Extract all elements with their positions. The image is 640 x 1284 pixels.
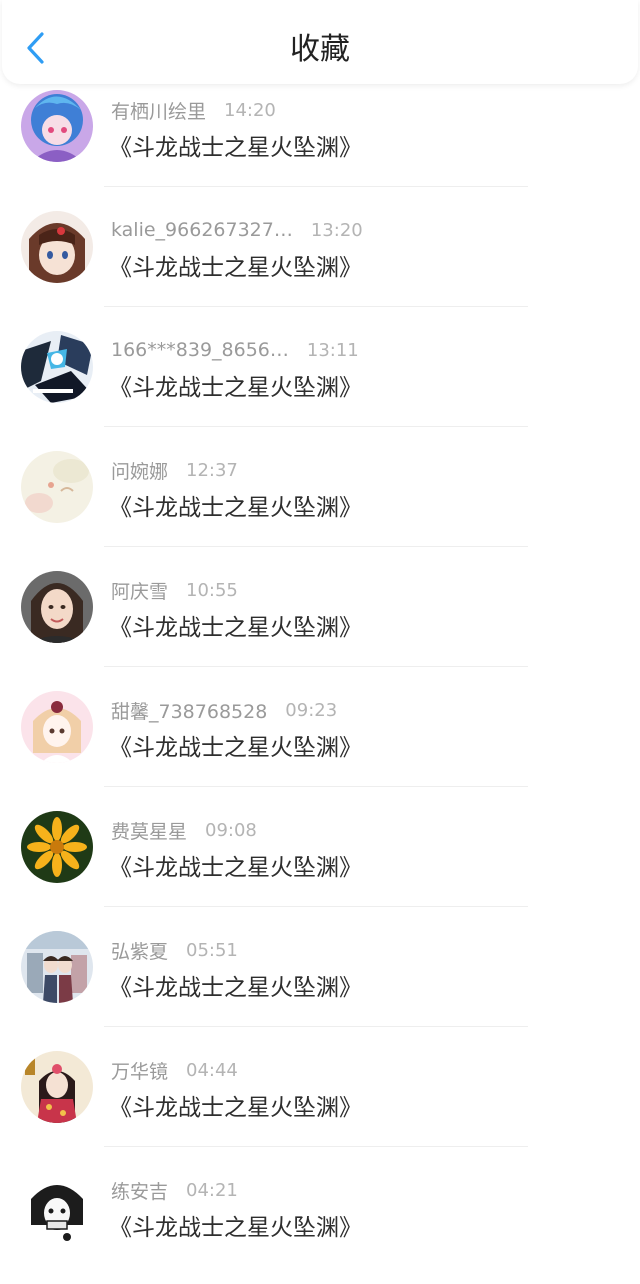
user-name: 弘紫夏 bbox=[111, 940, 169, 963]
list-item[interactable]: 166***839_8656… 13:11 《斗龙战士之星火坠渊》 bbox=[0, 324, 640, 444]
work-title[interactable]: 《斗龙战士之星火坠渊》 bbox=[109, 368, 362, 402]
divider bbox=[104, 426, 528, 427]
user-name: 费莫星星 bbox=[111, 820, 188, 843]
list-item[interactable]: 费莫星星 09:08 《斗龙战士之星火坠渊》 bbox=[0, 804, 640, 924]
divider bbox=[104, 546, 528, 547]
timestamp: 09:08 bbox=[205, 819, 257, 841]
list-item[interactable]: 练安吉 04:21 《斗龙战士之星火坠渊》 bbox=[0, 1164, 640, 1284]
timestamp: 05:51 bbox=[186, 939, 238, 961]
user-name: 166***839_8656… bbox=[111, 339, 289, 361]
item-meta: 练安吉 04:21 bbox=[111, 1176, 238, 1204]
user-name: kalie_966267327… bbox=[111, 219, 293, 241]
work-title[interactable]: 《斗龙战士之星火坠渊》 bbox=[109, 608, 362, 642]
divider bbox=[104, 186, 528, 187]
list-item[interactable]: kalie_966267327… 13:20 《斗龙战士之星火坠渊》 bbox=[0, 204, 640, 324]
list-item[interactable]: 阿庆雪 10:55 《斗龙战士之星火坠渊》 bbox=[0, 564, 640, 684]
work-title[interactable]: 《斗龙战士之星火坠渊》 bbox=[109, 728, 362, 762]
item-meta: 166***839_8656… 13:11 bbox=[111, 336, 359, 364]
avatar[interactable] bbox=[21, 1171, 93, 1243]
user-name: 甜馨_738768528 bbox=[111, 700, 268, 723]
avatar[interactable] bbox=[21, 211, 93, 283]
user-name: 有栖川绘里 bbox=[111, 100, 207, 123]
avatar[interactable] bbox=[21, 931, 93, 1003]
user-name: 万华镜 bbox=[111, 1060, 169, 1083]
item-meta: 有栖川绘里 14:20 bbox=[111, 96, 276, 124]
timestamp: 09:23 bbox=[285, 699, 338, 721]
item-meta: 甜馨_738768528 09:23 bbox=[111, 696, 337, 724]
item-meta: kalie_966267327… 13:20 bbox=[111, 216, 363, 244]
work-title[interactable]: 《斗龙战士之星火坠渊》 bbox=[109, 1208, 362, 1242]
avatar[interactable] bbox=[21, 811, 93, 883]
user-name: 问婉娜 bbox=[111, 460, 169, 483]
avatar[interactable] bbox=[21, 331, 93, 403]
list-item[interactable]: 有栖川绘里 14:20 《斗龙战士之星火坠渊》 bbox=[0, 84, 640, 204]
user-name: 阿庆雪 bbox=[111, 580, 169, 603]
avatar[interactable] bbox=[21, 451, 93, 523]
list-item[interactable]: 甜馨_738768528 09:23 《斗龙战士之星火坠渊》 bbox=[0, 684, 640, 804]
work-title[interactable]: 《斗龙战士之星火坠渊》 bbox=[109, 968, 362, 1002]
list-item[interactable]: 问婉娜 12:37 《斗龙战士之星火坠渊》 bbox=[0, 444, 640, 564]
divider bbox=[104, 1146, 528, 1147]
timestamp: 13:20 bbox=[310, 219, 363, 241]
work-title[interactable]: 《斗龙战士之星火坠渊》 bbox=[109, 128, 362, 162]
list-item[interactable]: 万华镜 04:44 《斗龙战士之星火坠渊》 bbox=[0, 1044, 640, 1164]
timestamp: 04:44 bbox=[186, 1059, 238, 1081]
top-nav-bar: 收藏 bbox=[2, 0, 638, 84]
list-item[interactable]: 弘紫夏 05:51 《斗龙战士之星火坠渊》 bbox=[0, 924, 640, 1044]
timestamp: 13:11 bbox=[306, 339, 359, 361]
timestamp: 12:37 bbox=[186, 459, 238, 481]
divider bbox=[104, 1026, 528, 1027]
divider bbox=[104, 786, 528, 787]
avatar[interactable] bbox=[21, 691, 93, 763]
item-meta: 弘紫夏 05:51 bbox=[111, 936, 238, 964]
avatar[interactable] bbox=[21, 1051, 93, 1123]
item-meta: 问婉娜 12:37 bbox=[111, 456, 238, 484]
divider bbox=[104, 306, 528, 307]
work-title[interactable]: 《斗龙战士之星火坠渊》 bbox=[109, 488, 362, 522]
work-title[interactable]: 《斗龙战士之星火坠渊》 bbox=[109, 1088, 362, 1122]
page-title: 收藏 bbox=[290, 32, 350, 67]
item-meta: 费莫星星 09:08 bbox=[111, 816, 257, 844]
item-meta: 万华镜 04:44 bbox=[111, 1056, 238, 1084]
timestamp: 10:55 bbox=[186, 579, 238, 601]
item-meta: 阿庆雪 10:55 bbox=[111, 576, 238, 604]
divider bbox=[104, 906, 528, 907]
avatar[interactable] bbox=[21, 571, 93, 643]
divider bbox=[104, 666, 528, 667]
work-title[interactable]: 《斗龙战士之星火坠渊》 bbox=[109, 248, 362, 282]
work-title[interactable]: 《斗龙战士之星火坠渊》 bbox=[109, 848, 362, 882]
avatar[interactable] bbox=[21, 90, 93, 162]
favorites-list: 有栖川绘里 14:20 《斗龙战士之星火坠渊》 kalie_966267327…… bbox=[0, 84, 640, 1284]
timestamp: 04:21 bbox=[186, 1179, 238, 1201]
user-name: 练安吉 bbox=[111, 1180, 169, 1203]
timestamp: 14:20 bbox=[224, 99, 276, 121]
